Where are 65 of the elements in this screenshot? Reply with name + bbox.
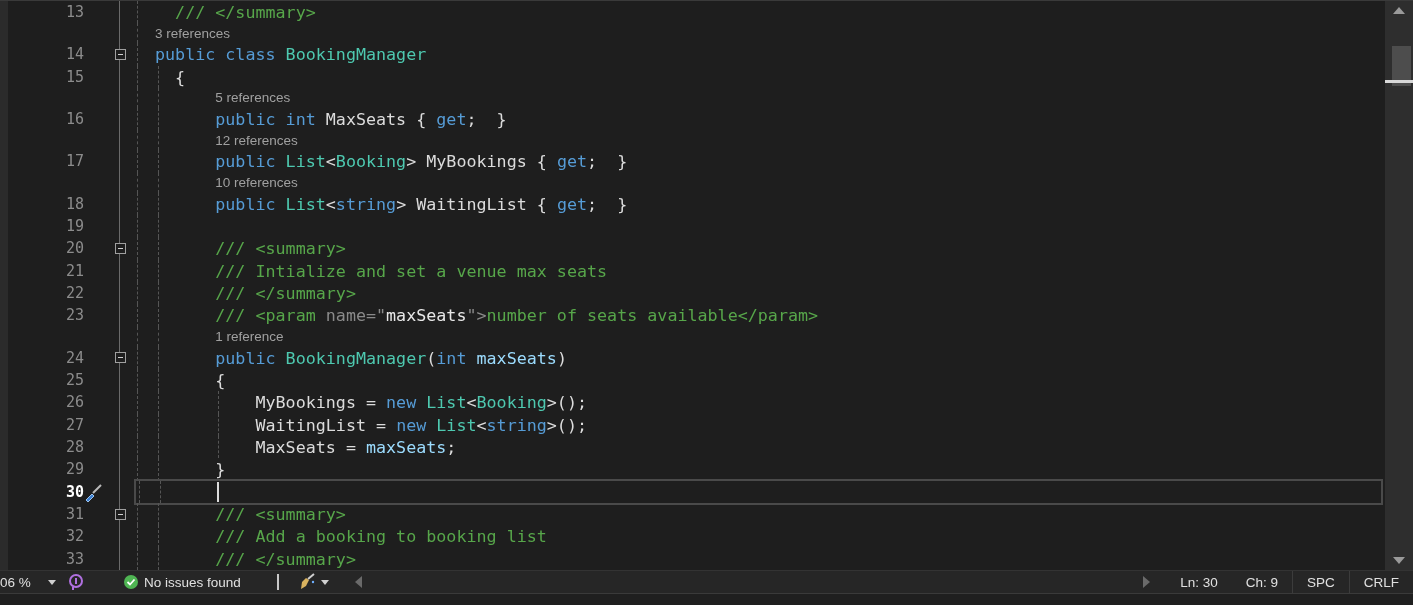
- brush-icon: [298, 573, 317, 591]
- line-number: 19: [64, 217, 84, 236]
- line-number: 31: [64, 505, 84, 524]
- line-number: 20: [64, 239, 84, 258]
- code-line: /// <summary>: [214, 504, 346, 525]
- line-number: 13: [64, 3, 84, 22]
- scroll-right-icon[interactable]: [1143, 576, 1151, 588]
- vertical-scrollbar[interactable]: [1385, 1, 1413, 570]
- line-number: 16: [64, 110, 84, 129]
- scroll-left-icon[interactable]: [354, 576, 362, 588]
- zoom-dropdown[interactable]: 06 %: [0, 571, 60, 593]
- references-count[interactable]: 3 references: [155, 25, 231, 41]
- line-number: 32: [64, 527, 84, 546]
- references-count[interactable]: 1 reference: [215, 329, 284, 345]
- code-line: }: [214, 459, 226, 480]
- collapse-toggle[interactable]: [114, 508, 126, 520]
- code-line: /// Intialize and set a venue max seats: [214, 260, 608, 281]
- collapse-toggle[interactable]: [114, 352, 126, 364]
- code-line: MyBookings = new List<Booking>();: [254, 392, 587, 413]
- code-line: public BookingManager(int maxSeats): [214, 347, 567, 368]
- line-number: 15: [64, 67, 84, 86]
- line-number: 17: [64, 152, 84, 171]
- collapse-toggle[interactable]: [114, 48, 126, 60]
- code-line: public List<string> WaitingList { get; }: [214, 193, 628, 214]
- scroll-down-icon[interactable]: [1393, 557, 1405, 564]
- screwdriver-icon[interactable]: [84, 481, 104, 502]
- code-line: /// </summary>: [174, 2, 316, 23]
- code-line: /// <summary>: [214, 238, 346, 259]
- collapse-toggle[interactable]: [114, 242, 126, 254]
- code-line: public class BookingManager: [155, 44, 427, 65]
- caret-icon: [48, 579, 56, 585]
- references-count[interactable]: 5 references: [215, 90, 291, 106]
- line-number: 28: [64, 438, 84, 457]
- line-number: 24: [64, 348, 84, 367]
- line-number: 27: [64, 415, 84, 434]
- check-circle-icon: [124, 575, 138, 589]
- code-line: public List<Booking> MyBookings { get; }: [214, 151, 628, 172]
- line-number: 18: [64, 194, 84, 213]
- references-count[interactable]: 12 references: [215, 132, 298, 148]
- caret-icon: [320, 579, 329, 585]
- code-line: /// <param name="maxSeats">number of seats available</param>: [214, 305, 819, 326]
- line-position[interactable]: Ln: 30: [1166, 571, 1232, 593]
- line-number: 14: [64, 45, 84, 64]
- code-line: /// </summary>: [214, 548, 356, 569]
- code-line: /// Add a booking to booking list: [214, 526, 547, 547]
- caret-position-marker: [1385, 80, 1413, 83]
- line-number: 26: [64, 393, 84, 412]
- line-number: 30: [64, 482, 84, 501]
- code-line: public int MaxSeats { get; }: [214, 109, 507, 130]
- references-count[interactable]: 10 references: [215, 175, 298, 191]
- code-line: {: [214, 370, 226, 391]
- line-number: 21: [64, 261, 84, 280]
- column-position[interactable]: Ch: 9: [1231, 571, 1292, 593]
- line-number: 22: [64, 284, 84, 303]
- text-cursor: [216, 481, 219, 502]
- line-number: 33: [64, 549, 84, 568]
- issues-status[interactable]: No issues found: [144, 574, 241, 590]
- code-line: /// </summary>: [214, 283, 356, 304]
- code-line: {: [174, 66, 186, 87]
- code-line: WaitingList = new List<string>();: [254, 414, 587, 435]
- scroll-up-icon[interactable]: [1393, 7, 1405, 14]
- line-number: 23: [64, 306, 84, 325]
- line-number: 29: [64, 460, 84, 479]
- code-line: MaxSeats = maxSeats;: [254, 437, 457, 458]
- line-number: 25: [64, 371, 84, 390]
